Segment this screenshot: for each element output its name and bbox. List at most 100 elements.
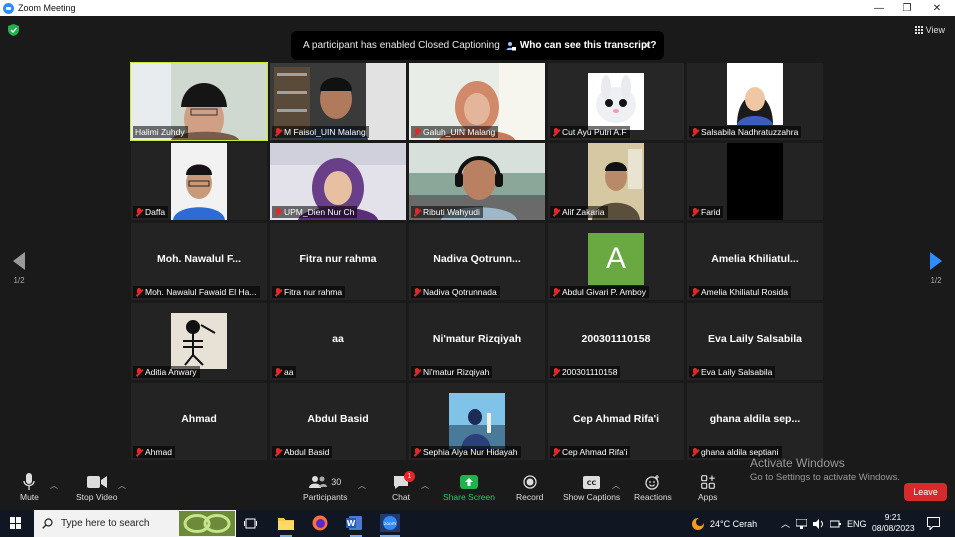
- video-options-chevron-icon[interactable]: ︿: [118, 480, 126, 491]
- windows-start-icon[interactable]: [10, 517, 22, 529]
- participant-name-label: 200301110158: [550, 366, 621, 378]
- muted-microphone-icon: [691, 447, 699, 457]
- view-label: View: [925, 25, 945, 35]
- chat-options-chevron-icon[interactable]: ︿: [421, 480, 429, 491]
- participant-name-label: Cep Ahmad Rifa'i: [550, 446, 631, 458]
- activate-subtitle: Go to Settings to activate Windows.: [750, 472, 900, 483]
- word-icon[interactable]: W: [346, 515, 362, 531]
- participant-name: Daffa: [145, 207, 166, 217]
- transcript-visibility-link[interactable]: Who can see this transcript?: [506, 40, 657, 51]
- muted-microphone-icon: [691, 127, 699, 137]
- muted-microphone-icon: [135, 447, 143, 457]
- language-indicator[interactable]: ENG: [847, 519, 867, 529]
- apps-button[interactable]: Apps: [698, 472, 717, 502]
- stop-video-label: Stop Video: [76, 492, 118, 502]
- reactions-button[interactable]: Reactions: [634, 472, 672, 502]
- captions-options-chevron-icon[interactable]: ︿: [612, 480, 620, 491]
- next-page-button[interactable]: 1/2: [925, 252, 947, 285]
- share-screen-button[interactable]: Share Screen: [443, 472, 495, 502]
- participant-name: Alif Zakaria: [562, 207, 605, 217]
- participant-name: Sephia Alya Nur Hidayah: [423, 447, 518, 457]
- participant-display-name: Abdul Basid: [307, 413, 369, 425]
- participant-tile[interactable]: Farid: [687, 143, 823, 220]
- stop-video-button[interactable]: Stop Video: [76, 472, 117, 502]
- participant-name: 200301110158: [562, 367, 618, 377]
- close-button[interactable]: ✕: [922, 0, 952, 16]
- participant-tile[interactable]: M Faisol_UIN Malang: [270, 63, 406, 140]
- participants-options-chevron-icon[interactable]: ︿: [358, 480, 366, 491]
- participant-name: Galuh_UIN Malang: [423, 127, 496, 137]
- participant-display-name: Eva Laily Salsabila: [708, 333, 802, 345]
- banner-close-icon[interactable]: ✕: [642, 39, 651, 52]
- participant-display-name: Nadiva Qotrunn...: [433, 253, 521, 265]
- volume-icon[interactable]: [813, 518, 824, 529]
- participant-tile[interactable]: ghana aldila sep... ghana aldila septiani: [687, 383, 823, 460]
- participant-tile[interactable]: Halimi Zuhdy: [130, 62, 268, 141]
- chat-label: Chat: [392, 492, 410, 502]
- weather-widget[interactable]: 24°C Cerah: [690, 510, 757, 537]
- muted-microphone-icon: [691, 287, 699, 297]
- participant-name: Amelia Khiliatul Rosida: [701, 287, 788, 297]
- camera-icon: [86, 476, 107, 488]
- participant-tile[interactable]: Nadiva Qotrunn... Nadiva Qotrunnada: [409, 223, 545, 300]
- chat-button[interactable]: 1 Chat: [392, 471, 415, 502]
- leave-button[interactable]: Leave: [904, 483, 947, 501]
- weather-text: 24°C Cerah: [710, 518, 758, 529]
- taskbar-search-box[interactable]: Type here to search: [34, 510, 236, 537]
- participant-tile[interactable]: Fitra nur rahma Fitra nur rahma: [270, 223, 406, 300]
- participant-name-label: Abdul Basid: [272, 446, 333, 458]
- tray-expand-chevron-icon[interactable]: ︿: [781, 517, 790, 530]
- participant-tile[interactable]: UPM_Dien Nur Ch: [270, 143, 406, 220]
- participant-tile[interactable]: Galuh_UIN Malang: [409, 63, 545, 140]
- file-explorer-icon[interactable]: [278, 516, 294, 530]
- audio-options-chevron-icon[interactable]: ︿: [50, 480, 58, 491]
- participant-name: UPM_Dien Nur Ch: [284, 207, 355, 217]
- previous-page-button[interactable]: 1/2: [8, 252, 30, 285]
- participant-tile[interactable]: Ahmad Ahmad: [131, 383, 267, 460]
- participant-tile[interactable]: Salsabila Nadhratuzzahra: [687, 63, 823, 140]
- muted-microphone-icon: [274, 367, 282, 377]
- participant-name-label: Galuh_UIN Malang: [411, 126, 499, 138]
- participant-tile[interactable]: Aditia Anwary: [131, 303, 267, 380]
- participant-tile[interactable]: Moh. Nawalul F... Moh. Nawalul Fawaid El …: [131, 223, 267, 300]
- participant-name-label: Fitra nur rahma: [272, 286, 346, 298]
- participant-tile[interactable]: A Abdul Givari P. Amboy: [548, 223, 684, 300]
- participant-tile[interactable]: aa aa: [270, 303, 406, 380]
- participant-display-name: Moh. Nawalul F...: [156, 253, 241, 265]
- firefox-icon[interactable]: [312, 515, 328, 531]
- participant-tile[interactable]: Abdul Basid Abdul Basid: [270, 383, 406, 460]
- muted-microphone-icon: [135, 367, 143, 377]
- participants-button[interactable]: 30 Participants: [303, 472, 347, 502]
- taskbar-clock[interactable]: 9:21 08/08/2023: [872, 512, 915, 534]
- participant-tile[interactable]: Cep Ahmad Rifa'i Cep Ahmad Rifa'i: [548, 383, 684, 460]
- record-button[interactable]: Record: [516, 472, 543, 502]
- network-icon[interactable]: [796, 518, 808, 529]
- task-view-icon[interactable]: [244, 517, 257, 530]
- apps-icon: [700, 475, 715, 489]
- mute-button[interactable]: Mute: [20, 472, 39, 502]
- participant-name: Abdul Basid: [284, 447, 330, 457]
- participant-tile[interactable]: Eva Laily Salsabila Eva Laily Salsabila: [687, 303, 823, 380]
- battery-icon[interactable]: [830, 519, 842, 529]
- participant-tile[interactable]: Daffa: [131, 143, 267, 220]
- minimize-button[interactable]: —: [864, 0, 894, 16]
- participant-tile[interactable]: Alif Zakaria: [548, 143, 684, 220]
- muted-microphone-icon: [274, 447, 282, 457]
- participant-name: Halimi Zuhdy: [135, 127, 185, 137]
- restore-button[interactable]: ❐: [892, 0, 922, 16]
- view-button[interactable]: View: [914, 25, 945, 35]
- participant-tile[interactable]: 200301110158 200301110158: [548, 303, 684, 380]
- participant-tile[interactable]: Ni'matur Rizqiyah Ni'matur Rizqiyah: [409, 303, 545, 380]
- participant-tile[interactable]: Ributi Wahyudi: [409, 143, 545, 220]
- participant-name-label: UPM_Dien Nur Ch: [272, 206, 358, 218]
- participant-tile[interactable]: Amelia Khiliatul... Amelia Khiliatul Rosi…: [687, 223, 823, 300]
- participant-tile[interactable]: Sephia Alya Nur Hidayah: [409, 383, 545, 460]
- participant-name: Ahmad: [145, 447, 172, 457]
- muted-microphone-icon: [135, 207, 143, 217]
- zoom-app-icon[interactable]: zoom: [380, 514, 400, 532]
- participant-tile[interactable]: Cut Ayu Putri A.F: [548, 63, 684, 140]
- security-shield-icon[interactable]: [8, 24, 19, 36]
- notifications-icon[interactable]: [927, 517, 940, 530]
- participant-name: Cut Ayu Putri A.F: [562, 127, 627, 137]
- smiley-icon: [645, 474, 660, 490]
